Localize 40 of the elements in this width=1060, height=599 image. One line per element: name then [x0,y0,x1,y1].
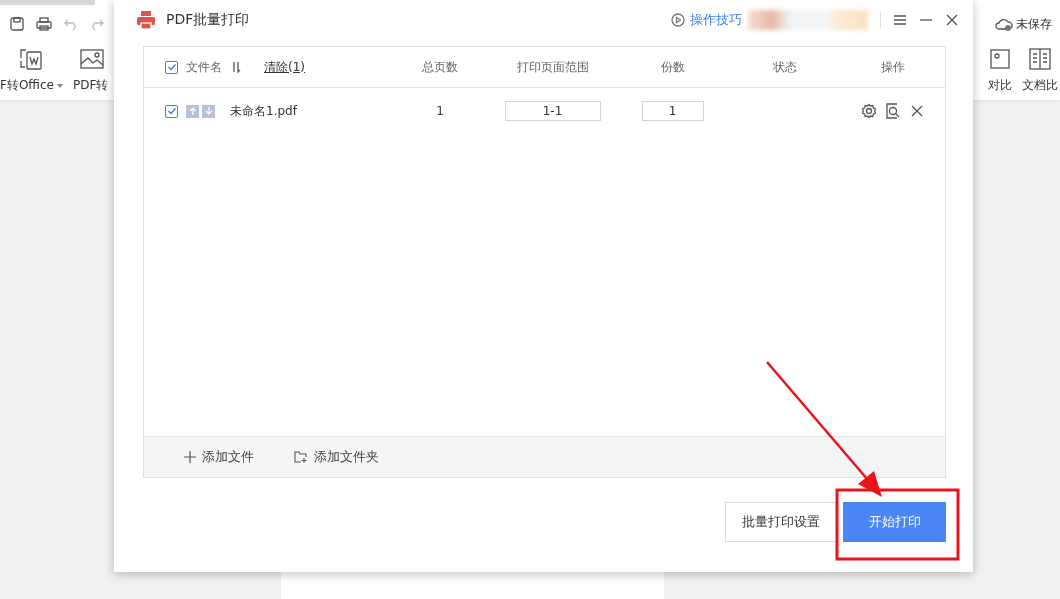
column-header: 份数 [659,58,686,76]
column-header: 状态 [772,58,798,76]
input-field[interactable]: 1 [641,101,704,121]
image-icon [77,47,104,71]
sort-icon[interactable] [230,61,242,73]
column-header: 操作 [880,58,906,76]
image-frame-icon [988,47,1012,71]
table-cell-text: 1 [435,104,445,118]
batch-settings-button[interactable]: 批量打印设置 [725,502,837,542]
column-header: 总页数 [421,58,459,76]
dialog-title: PDF批量打印 [166,11,251,29]
cloud-icon [995,17,1013,31]
folder-add-icon [294,451,308,463]
toolbar-button[interactable]: 文档比 [1022,43,1058,100]
checkbox[interactable] [165,104,178,118]
checkbox[interactable] [165,60,178,74]
add-file-button[interactable]: 添加文件 [184,448,254,466]
toolbar-button[interactable]: 对比 [988,43,1012,100]
print-icon[interactable] [36,17,52,31]
column-header: 文件名 [186,58,222,76]
add-folder-button[interactable]: 添加文件夹 [294,448,379,466]
file-name: 未命名1.pdf [230,102,297,120]
column-header: 打印页面范围 [515,58,590,76]
close-icon[interactable] [909,103,925,119]
printer-icon [136,10,156,30]
close-icon[interactable] [945,13,959,27]
clear-link[interactable]: 清除(1) [264,58,305,76]
input-field[interactable]: 1-1 [504,101,601,121]
plus-icon [184,451,196,463]
toolbar-button[interactable]: PDF转 [72,43,109,100]
save-icon[interactable] [10,17,24,31]
document-convert-icon [18,47,45,71]
toolbar-button[interactable]: F转Office [0,43,63,100]
save-status: 未保存 [1016,15,1052,33]
play-icon [671,13,685,27]
menu-icon[interactable] [893,13,907,27]
tips-link[interactable]: 操作技巧 [671,11,742,29]
preview-icon[interactable] [885,103,901,119]
settings-icon[interactable] [861,103,877,119]
book-icon [1028,47,1052,71]
